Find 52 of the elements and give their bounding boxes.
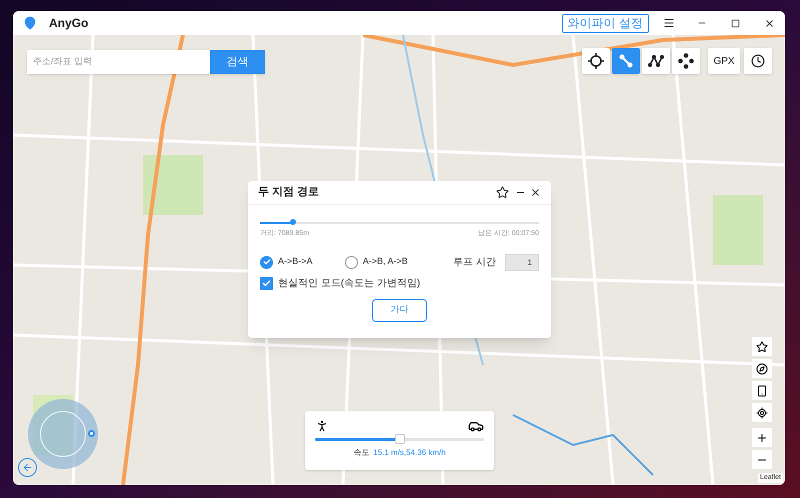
checkbox[interactable] (260, 276, 273, 290)
search-button[interactable]: 검색 (210, 50, 265, 74)
location-pin-logo-icon (23, 16, 37, 30)
check-icon (262, 278, 271, 288)
gpx-button[interactable]: GPX (708, 48, 740, 74)
speed-label: 속도 (353, 447, 370, 459)
speed-thumb[interactable] (394, 434, 404, 444)
joystick-ring (40, 411, 86, 457)
loop-count-field[interactable]: 1 (505, 254, 539, 270)
left-arrow-icon (22, 462, 33, 473)
joystick-handle[interactable] (88, 430, 95, 437)
zigzag-route-icon (648, 54, 664, 68)
progress-thumb[interactable] (290, 219, 296, 225)
checkbox-label: 현실적인 모드(속도는 가변적임) (278, 276, 420, 290)
maximize-icon[interactable] (731, 18, 740, 28)
two-dots-route-icon (619, 54, 633, 68)
favorite-star-icon[interactable] (496, 186, 509, 199)
back-button[interactable] (18, 458, 37, 477)
zoom-in-button[interactable] (752, 428, 772, 447)
dialog-title: 두 지점 경로 (258, 185, 320, 200)
zoom-out-button[interactable] (752, 450, 772, 469)
phone-icon (756, 384, 768, 396)
loop-count-label: 루프 시간 (453, 256, 496, 270)
star-icon (756, 340, 768, 352)
radio-button[interactable] (260, 256, 273, 268)
search-field[interactable]: 주소/좌표 입력 (27, 50, 210, 74)
locate-button[interactable] (752, 403, 772, 422)
clock-icon (751, 54, 765, 68)
radio-button[interactable] (344, 256, 358, 268)
menu-icon[interactable] (663, 17, 675, 29)
four-dots-icon (678, 53, 694, 69)
favorite-button[interactable] (752, 337, 772, 356)
wifi-settings-button[interactable]: 와이파이 설정 (562, 14, 649, 32)
close-icon[interactable] (764, 18, 775, 28)
radio-label: A->B, A->B (362, 255, 408, 268)
device-button[interactable] (752, 381, 772, 400)
mode-button[interactable] (672, 48, 700, 74)
check-icon (262, 258, 270, 266)
crosshair-icon (588, 53, 604, 69)
speed-value: 15.1 m/s,54.36 km/h (373, 447, 446, 459)
compass-icon (756, 362, 768, 374)
plus-icon (756, 432, 768, 444)
go-button[interactable]: 가다 (372, 298, 427, 322)
mode-button[interactable] (642, 48, 670, 74)
history-button[interactable] (744, 48, 772, 74)
radio-label: A->B->A (278, 255, 313, 268)
locate-icon (756, 406, 768, 418)
walking-person-icon[interactable] (315, 419, 329, 433)
mode-button[interactable] (582, 48, 610, 74)
window-title: AnyGo (49, 15, 88, 32)
close-icon[interactable] (530, 187, 541, 198)
compass-button[interactable] (752, 359, 772, 378)
